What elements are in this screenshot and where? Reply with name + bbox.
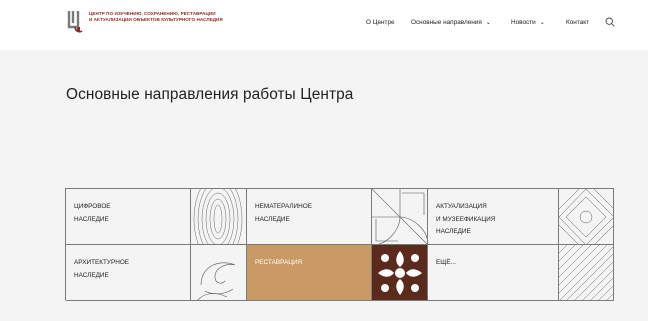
direction-label: АКТУАЛИЗАЦИЯ И МУЗЕЕФИКАЦИЯ НАСЛЕДИЕ (436, 203, 496, 235)
nav-about-label: О Центре (366, 19, 395, 26)
page-title: Основные направления работы Центра (66, 86, 354, 103)
ornament-medallion-icon (372, 245, 428, 301)
direction-digital[interactable]: ЦИФРОВОЕ НАСЛЕДИЕ (66, 189, 191, 245)
hatch-pattern-icon (559, 245, 614, 301)
lattice-pattern-icon (559, 189, 614, 245)
chevron-down-icon: ⌄ (485, 20, 491, 26)
nav-news[interactable]: Новости ⌄ (511, 19, 545, 26)
direction-label: НЕМАТЕРАЛИНОЕ НАСЛЕДИЕ (255, 203, 313, 223)
nav-directions[interactable]: Основные направления ⌄ (411, 19, 491, 26)
wood-rings-icon (191, 189, 247, 245)
direction-label: АРХИТЕКТУРНОЕ НАСЛЕДИЕ (74, 259, 130, 279)
direction-label: ЕЩЁ... (436, 259, 456, 266)
nav-directions-label: Основные направления (411, 19, 482, 26)
nav-contact[interactable]: Контакт (566, 19, 589, 26)
direction-label: ЦИФРОВОЕ НАСЛЕДИЕ (74, 203, 111, 223)
nav-about[interactable]: О Центре (366, 19, 395, 26)
site-header: ЦЕНТР ПО ИЗУЧЕНИЮ, СОХРАНЕНИЮ, РЕСТАВРАЦ… (0, 0, 648, 50)
direction-intangible[interactable]: НЕМАТЕРАЛИНОЕ НАСЛЕДИЕ (247, 189, 372, 245)
search-icon[interactable] (605, 17, 615, 27)
direction-restoration[interactable]: РЕСТАВРАЦИЯ (247, 245, 372, 301)
directions-grid: ЦИФРОВОЕ НАСЛЕДИЕ НЕМАТЕРАЛИНОЕ НАСЛЕДИЕ (65, 188, 614, 301)
direction-more[interactable]: ЕЩЁ... (428, 245, 559, 301)
geometric-tile-icon (372, 189, 428, 245)
logo-text[interactable]: ЦЕНТР ПО ИЗУЧЕНИЮ, СОХРАНЕНИЮ, РЕСТАВРАЦ… (89, 11, 223, 23)
nav-contact-label: Контакт (566, 19, 590, 26)
nav-news-label: Новости (511, 19, 536, 26)
direction-label: РЕСТАВРАЦИЯ (255, 259, 303, 266)
logo-icon[interactable] (66, 9, 86, 35)
direction-architectural[interactable]: АРХИТЕКТУРНОЕ НАСЛЕДИЕ (66, 245, 191, 301)
main-content: Основные направления работы Центра ЦИФРО… (0, 50, 648, 321)
direction-actualization[interactable]: АКТУАЛИЗАЦИЯ И МУЗЕЕФИКАЦИЯ НАСЛЕДИЕ (428, 189, 559, 245)
logo-line-2: И АКТУАЛИЗАЦИИ ОБЪЕКТОВ КУЛЬТУРНОГО НАСЛ… (89, 17, 223, 22)
chevron-down-icon: ⌄ (539, 20, 545, 26)
ornament-scroll-icon (191, 245, 247, 301)
